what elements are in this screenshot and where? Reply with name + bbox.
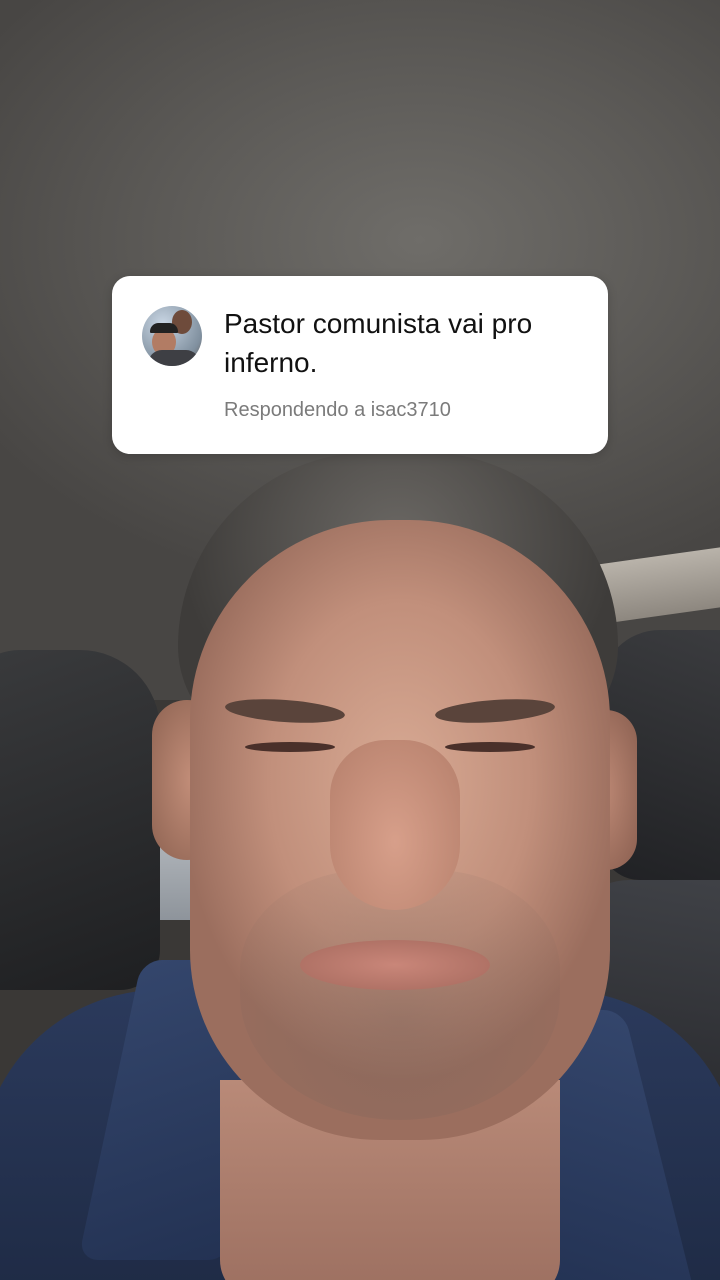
eye-left	[245, 742, 335, 752]
video-frame[interactable]: Pastor comunista vai pro inferno. Respon…	[0, 0, 720, 1280]
nose	[330, 740, 460, 910]
avatar-body	[148, 350, 200, 366]
comment-text: Pastor comunista vai pro inferno.	[224, 308, 533, 378]
eye-right	[445, 742, 535, 752]
avatar-cap	[150, 323, 178, 333]
headrest-left	[0, 650, 160, 990]
lips	[300, 940, 490, 990]
user-avatar-icon[interactable]	[142, 306, 202, 366]
replying-to-label[interactable]: Respondendo a isac3710	[224, 398, 451, 422]
reply-comment-sticker[interactable]: Pastor comunista vai pro inferno. Respon…	[112, 276, 608, 454]
